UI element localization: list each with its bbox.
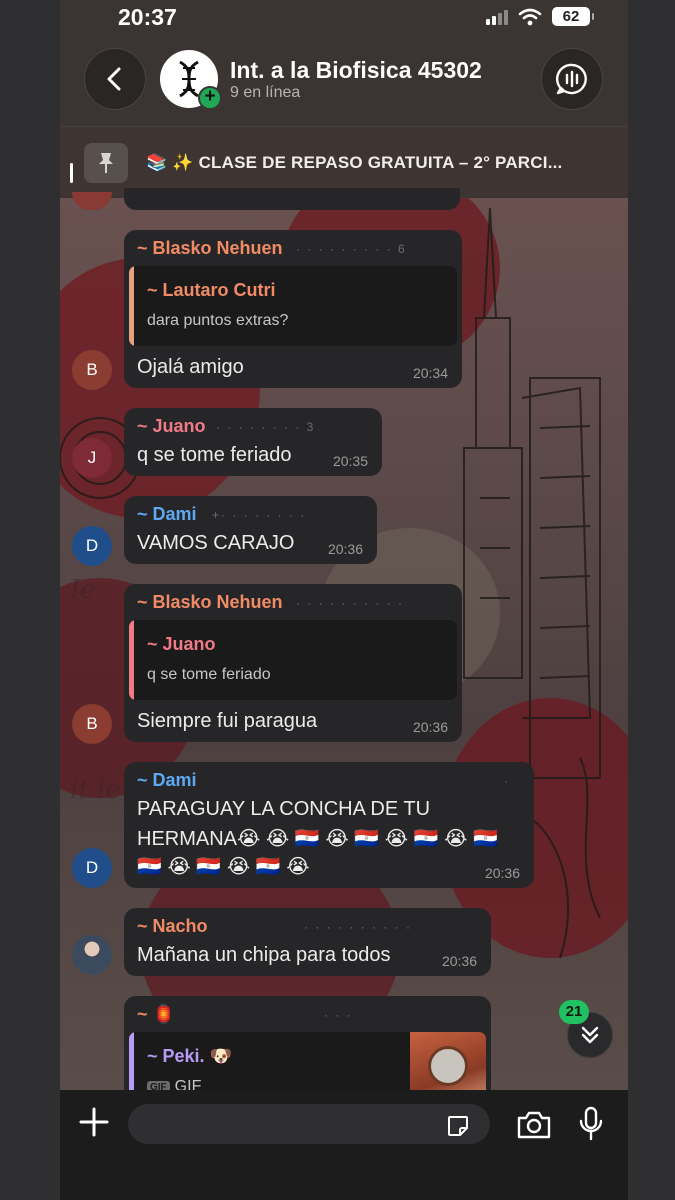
unread-count-badge: 21 xyxy=(559,1000,589,1024)
chevron-left-icon xyxy=(107,67,121,91)
status-time: 20:37 xyxy=(118,4,177,30)
quoted-message[interactable]: ~ Lautaro Cutri dara puntos extras? xyxy=(129,266,457,346)
sender-phone: · · · · · · · · 3 xyxy=(216,420,316,434)
svg-text:Ie: Ie xyxy=(69,575,96,605)
avatar[interactable]: B xyxy=(72,350,112,390)
quoted-message[interactable]: ~ Juano q se tome feriado xyxy=(129,620,457,700)
quoted-text: q se tome feriado xyxy=(147,666,271,683)
message-text-line: HERMANA😭 😭 🇵🇾 😭 🇵🇾 😭 🇵🇾 😭 🇵🇾 xyxy=(137,828,498,850)
message-time: 20:34 xyxy=(412,365,448,381)
message-time: 20:35 xyxy=(332,453,368,469)
plus-icon[interactable] xyxy=(76,1104,112,1140)
back-button[interactable] xyxy=(84,48,146,110)
message-time: 20:36 xyxy=(327,541,363,557)
message-time: 20:36 xyxy=(412,719,448,735)
avatar[interactable]: D xyxy=(72,526,112,566)
chat-title[interactable]: Int. a la Biofisica 45302 xyxy=(230,57,482,84)
message-text-line: PARAGUAY LA CONCHA DE TU xyxy=(137,798,431,820)
sender-phone: · · · xyxy=(324,1008,353,1022)
sender-name[interactable]: ~ Blasko Nehuen xyxy=(137,238,283,259)
pin-icon[interactable] xyxy=(84,143,128,183)
add-icon: + xyxy=(198,86,222,110)
avatar[interactable]: J xyxy=(72,438,112,478)
quoted-sender: ~ Juano xyxy=(147,634,216,654)
sender-phone: · xyxy=(504,774,510,788)
chat-header: 20:37 62 + Int. a la Biofisica 45302 9 e… xyxy=(60,0,628,198)
sender-phone: +· · · · · · · · xyxy=(212,508,307,522)
status-icons: 62 xyxy=(486,7,594,26)
sticker-icon[interactable] xyxy=(446,1114,470,1138)
message-bubble[interactable]: ~ Blasko Nehuen · · · · · · · · · · ~ Ju… xyxy=(124,584,462,742)
message-time: 20:36 xyxy=(441,953,477,969)
message-text-line: 🇵🇾 😭 🇵🇾 😭 🇵🇾 😭 xyxy=(137,856,310,878)
sender-phone: · · · · · · · · · · xyxy=(304,920,412,934)
message-time: 20:36 xyxy=(484,865,520,881)
signal-icon xyxy=(486,9,508,25)
message-text: Mañana un chipa para todos xyxy=(137,944,391,966)
audio-chat-icon xyxy=(556,63,587,95)
message-input[interactable] xyxy=(128,1104,490,1144)
avatar-photo[interactable] xyxy=(72,935,112,975)
message-text: q se tome feriado xyxy=(137,444,292,466)
quoted-sender: ~ Lautaro Cutri xyxy=(147,280,276,300)
sender-name[interactable]: ~ Dami xyxy=(137,770,197,791)
sender-name[interactable]: ~ Blasko Nehuen xyxy=(137,592,283,613)
right-margin xyxy=(628,0,675,1200)
message-text: Ojalá amigo xyxy=(137,356,244,378)
message-bubble[interactable]: ~ Blasko Nehuen · · · · · · · · · 6 ~ La… xyxy=(124,230,462,388)
message-bubble-partial[interactable] xyxy=(124,188,460,210)
sender-name[interactable]: ~ 🏮 xyxy=(137,1004,175,1025)
voice-chat-button[interactable] xyxy=(541,48,603,110)
online-count: 9 en línea xyxy=(230,84,301,101)
sender-name[interactable]: ~ Dami xyxy=(137,504,197,525)
pinned-indicator xyxy=(70,163,73,183)
sender-name[interactable]: ~ Nacho xyxy=(137,916,208,937)
message-text: VAMOS CARAJO xyxy=(137,532,295,554)
quoted-sender: ~ Peki. 🐶 xyxy=(147,1046,232,1066)
double-chevron-down-icon xyxy=(581,1026,599,1044)
avatar[interactable]: B xyxy=(72,704,112,744)
sender-name[interactable]: ~ Juano xyxy=(137,416,206,437)
left-margin xyxy=(0,0,60,1200)
wifi-icon xyxy=(518,8,542,25)
quoted-text: dara puntos extras? xyxy=(147,312,289,329)
message-bubble[interactable]: ~ Dami · PARAGUAY LA CONCHA DE TU HERMAN… xyxy=(124,762,534,888)
message-bubble[interactable]: ~ Juano · · · · · · · · 3 q se tome feri… xyxy=(124,408,382,476)
camera-icon[interactable] xyxy=(516,1110,552,1140)
sender-phone: · · · · · · · · · 6 xyxy=(296,242,407,256)
message-bubble[interactable]: ~ Dami +· · · · · · · · VAMOS CARAJO 20:… xyxy=(124,496,377,564)
battery-icon: 62 xyxy=(552,7,594,26)
pinned-message-text: 📚 ✨ CLASE DE REPASO GRATUITA – 2° PARCI.… xyxy=(146,153,563,172)
message-bubble[interactable]: ~ Nacho · · · · · · · · · · Mañana un ch… xyxy=(124,908,491,976)
microphone-icon[interactable] xyxy=(578,1106,604,1142)
avatar[interactable]: D xyxy=(72,848,112,888)
phone-screen: Ieleit le 20:37 62 xyxy=(60,0,628,1200)
composer-bar xyxy=(60,1090,628,1200)
sender-phone: · · · · · · · · · · xyxy=(296,596,404,610)
message-text: Siempre fui paragua xyxy=(137,710,318,732)
svg-text:it le: it le xyxy=(70,775,121,805)
